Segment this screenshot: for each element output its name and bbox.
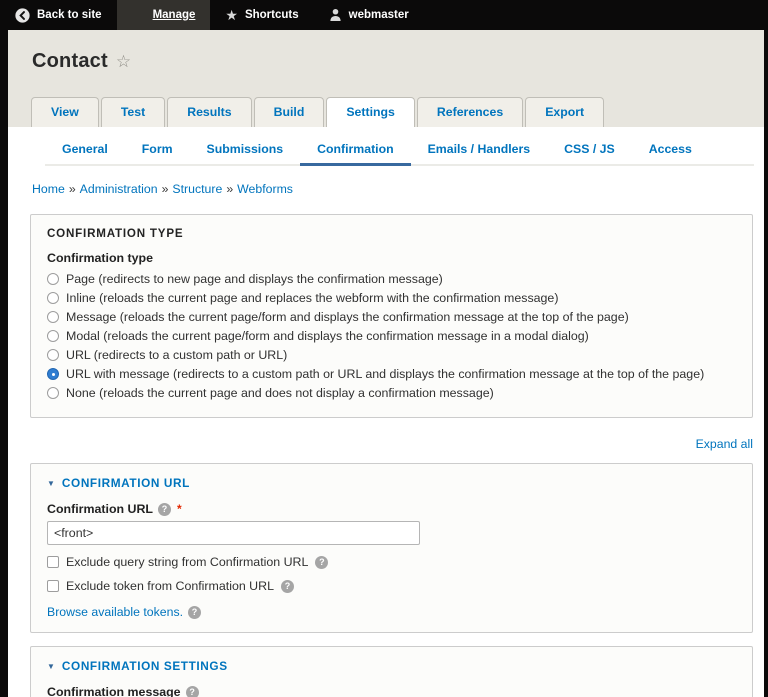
tab-export[interactable]: Export (525, 97, 605, 127)
required-marker: * (177, 502, 182, 516)
radio-option-url[interactable]: URL (redirects to a custom path or URL) (47, 347, 736, 363)
caret-down-icon: ▼ (47, 478, 55, 488)
tab-build[interactable]: Build (253, 97, 325, 127)
help-icon[interactable]: ? (315, 555, 329, 569)
tab-results[interactable]: Results (167, 97, 252, 127)
confirmation-settings-summary[interactable]: ▼ CONFIRMATION SETTINGS (47, 659, 736, 673)
user-menu-button[interactable]: webmaster (314, 0, 424, 30)
radio-option-url-with-message[interactable]: URL with message (redirects to a custom … (47, 366, 736, 382)
help-icon[interactable]: ? (280, 579, 294, 593)
breadcrumb-separator: » (226, 182, 234, 196)
tab-test[interactable]: Test (100, 97, 166, 127)
primary-tabs: View Test Results Build Settings Referen… (31, 97, 606, 127)
manage-label: Manage (152, 9, 196, 21)
shortcuts-label: Shortcuts (244, 9, 299, 21)
user-icon (329, 8, 342, 22)
confirmation-message-label: Confirmation message (47, 685, 181, 697)
confirmation-type-label: Confirmation type (47, 251, 154, 265)
breadcrumb-administration[interactable]: Administration (80, 182, 158, 196)
confirmation-url-input[interactable] (47, 521, 420, 545)
page-container: Contact ☆ View Test Results Build Settin… (8, 30, 764, 697)
confirmation-url-section: ▼ CONFIRMATION URL Confirmation URL ? * … (30, 463, 753, 633)
subtab-form[interactable]: Form (125, 136, 190, 166)
subtab-access[interactable]: Access (632, 136, 709, 166)
page-title: Contact (32, 50, 108, 72)
help-icon[interactable]: ? (185, 685, 199, 697)
star-icon: ★ (225, 7, 238, 23)
radio-icon[interactable] (47, 273, 59, 285)
breadcrumb-separator: » (68, 182, 76, 196)
tab-view[interactable]: View (31, 97, 99, 127)
exclude-query-checkbox-row[interactable]: Exclude query string from Confirmation U… (47, 555, 736, 569)
admin-toolbar: Back to site Manage ★ Shortcuts webmaste… (0, 0, 768, 30)
radio-icon[interactable] (47, 349, 59, 361)
caret-down-icon: ▼ (47, 661, 55, 671)
secondary-tabs: General Form Submissions Confirmation Em… (45, 136, 754, 166)
radio-option-none[interactable]: None (reloads the current page and does … (47, 385, 736, 401)
checkbox-icon[interactable] (47, 556, 59, 568)
breadcrumb-separator: » (161, 182, 169, 196)
main-content: CONFIRMATION TYPE Confirmation type Page… (8, 214, 764, 697)
radio-icon[interactable] (47, 387, 59, 399)
confirmation-type-legend: CONFIRMATION TYPE (47, 227, 184, 240)
back-to-site-label: Back to site (37, 9, 102, 21)
radio-option-page[interactable]: Page (redirects to new page and displays… (47, 271, 736, 287)
hamburger-icon (132, 10, 146, 21)
help-icon[interactable]: ? (188, 605, 202, 619)
confirmation-type-fieldset: CONFIRMATION TYPE Confirmation type Page… (30, 214, 753, 418)
expand-all-link[interactable]: Expand all (696, 437, 753, 451)
confirmation-settings-section: ▼ CONFIRMATION SETTINGS Confirmation mes… (30, 646, 753, 697)
breadcrumb-webforms[interactable]: Webforms (237, 182, 293, 196)
back-icon (15, 7, 30, 23)
subtab-css-js[interactable]: CSS / JS (547, 136, 632, 166)
radio-option-message[interactable]: Message (reloads the current page/form a… (47, 309, 736, 325)
radio-icon[interactable] (47, 292, 59, 304)
help-icon[interactable]: ? (158, 502, 171, 516)
browse-tokens-link[interactable]: Browse available tokens. (47, 605, 183, 619)
confirmation-url-summary[interactable]: ▼ CONFIRMATION URL (47, 476, 736, 490)
radio-option-inline[interactable]: Inline (reloads the current page and rep… (47, 290, 736, 306)
checkbox-icon[interactable] (47, 580, 59, 592)
confirmation-url-label: Confirmation URL (47, 502, 153, 516)
breadcrumb-home[interactable]: Home (32, 182, 65, 196)
radio-icon[interactable] (47, 311, 59, 323)
favorite-star-icon[interactable]: ☆ (116, 52, 131, 72)
user-label: webmaster (348, 9, 409, 21)
radio-icon-selected[interactable] (47, 368, 59, 380)
back-to-site-button[interactable]: Back to site (0, 0, 117, 30)
breadcrumb-structure[interactable]: Structure (172, 182, 222, 196)
exclude-token-checkbox-row[interactable]: Exclude token from Confirmation URL ? (47, 579, 736, 593)
subtab-confirmation[interactable]: Confirmation (300, 136, 411, 166)
breadcrumb: Home» Administration» Structure» Webforms (32, 182, 740, 196)
radio-icon[interactable] (47, 330, 59, 342)
manage-menu-button[interactable]: Manage (116, 0, 211, 30)
page-header: Contact ☆ View Test Results Build Settin… (8, 30, 764, 127)
shortcuts-button[interactable]: ★ Shortcuts (210, 0, 313, 30)
subtab-submissions[interactable]: Submissions (190, 136, 301, 166)
tab-references[interactable]: References (416, 97, 524, 127)
subtab-emails-handlers[interactable]: Emails / Handlers (411, 136, 548, 166)
subtab-general[interactable]: General (45, 136, 125, 166)
tab-settings[interactable]: Settings (326, 97, 415, 127)
radio-option-modal[interactable]: Modal (reloads the current page/form and… (47, 328, 736, 344)
